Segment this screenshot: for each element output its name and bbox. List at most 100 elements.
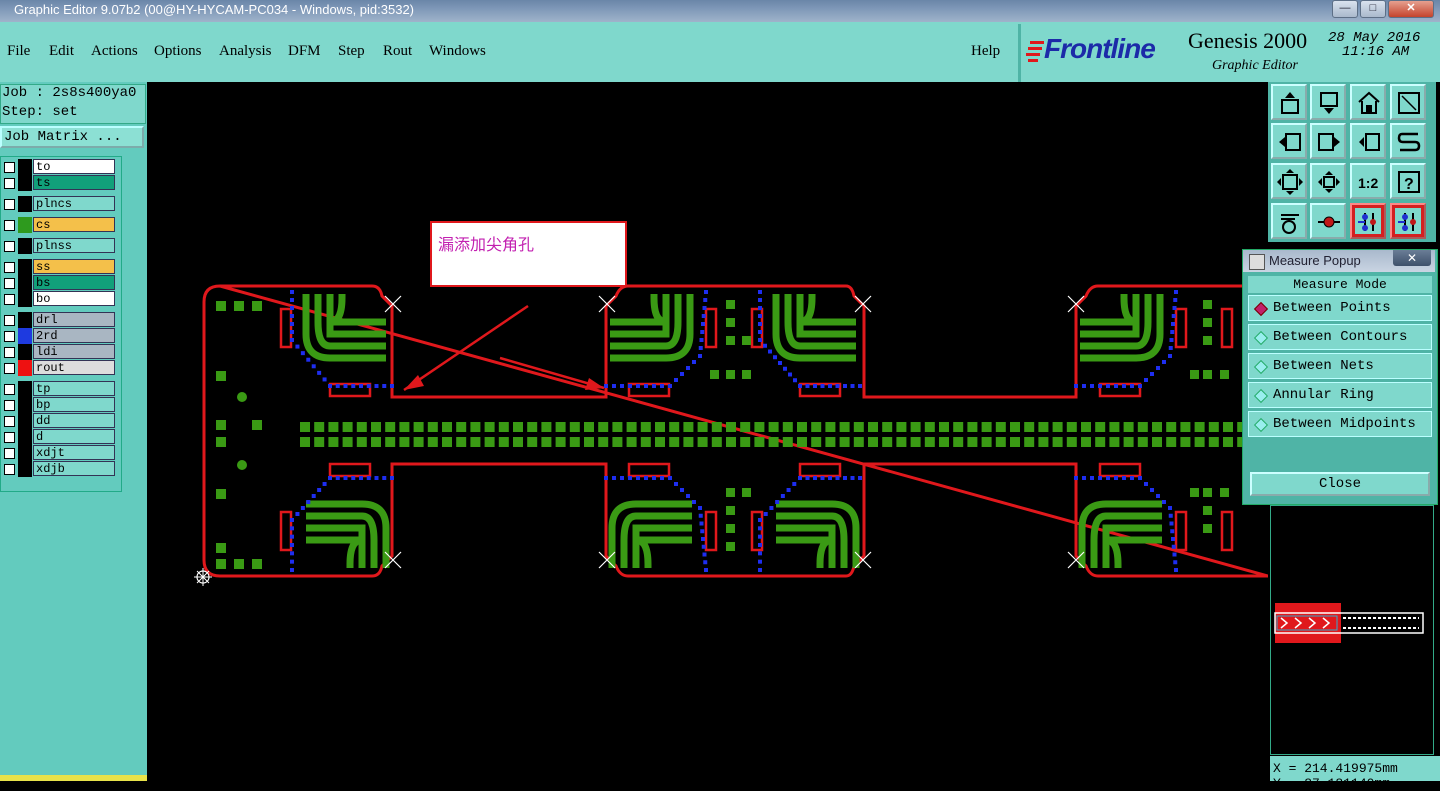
close-button[interactable]: Close bbox=[1250, 472, 1430, 496]
center-pad bbox=[711, 422, 722, 432]
layer-name[interactable]: cs bbox=[33, 217, 115, 232]
layer-name[interactable]: bs bbox=[33, 275, 115, 290]
snake-button[interactable] bbox=[1390, 123, 1426, 159]
layer-checkbox[interactable] bbox=[4, 347, 15, 358]
layer-name[interactable]: to bbox=[33, 159, 115, 174]
layer-name[interactable]: bp bbox=[33, 397, 115, 412]
layer-row-bo[interactable]: bo bbox=[1, 291, 119, 307]
zoom-window-button[interactable] bbox=[1390, 84, 1426, 120]
top-view-button[interactable] bbox=[1271, 84, 1307, 120]
pan-right-button[interactable] bbox=[1310, 123, 1346, 159]
zoom-fit-button[interactable] bbox=[1271, 163, 1307, 199]
layer-row-ts[interactable]: ts bbox=[1, 175, 119, 191]
layer-checkbox[interactable] bbox=[4, 241, 15, 252]
layer-checkbox[interactable] bbox=[4, 331, 15, 342]
pan-left-button[interactable] bbox=[1271, 123, 1307, 159]
layer-checkbox[interactable] bbox=[4, 448, 15, 459]
layer-checkbox[interactable] bbox=[4, 278, 15, 289]
layer-checkbox[interactable] bbox=[4, 400, 15, 411]
layer-checkbox[interactable] bbox=[4, 464, 15, 475]
rout-toggle-a-button[interactable] bbox=[1350, 203, 1386, 239]
layer-row-rout[interactable]: rout bbox=[1, 360, 119, 376]
layer-checkbox[interactable] bbox=[4, 178, 15, 189]
layer-row-ss[interactable]: ss bbox=[1, 259, 119, 275]
drill-dot bbox=[758, 298, 762, 302]
layer-name[interactable]: ldi bbox=[33, 344, 115, 359]
layer-checkbox[interactable] bbox=[4, 262, 15, 273]
layer-checkbox[interactable] bbox=[4, 384, 15, 395]
center-pad bbox=[1137, 437, 1148, 447]
minimize-button[interactable]: — bbox=[1332, 0, 1358, 18]
layer-checkbox[interactable] bbox=[4, 294, 15, 305]
layer-row-drl[interactable]: drl bbox=[1, 312, 119, 328]
measure-option-between-points[interactable]: Between Points bbox=[1248, 295, 1432, 321]
scale-1-2-button[interactable]: 1:2 bbox=[1350, 163, 1386, 199]
menu-actions[interactable]: Actions bbox=[91, 43, 138, 60]
layer-row-plncs[interactable]: plncs bbox=[1, 196, 119, 212]
layer-row-tp[interactable]: tp bbox=[1, 381, 119, 397]
layer-row-cs[interactable]: cs bbox=[1, 217, 119, 233]
measure-option-between-midpoints[interactable]: Between Midpoints bbox=[1248, 411, 1432, 437]
measure-option-between-contours[interactable]: Between Contours bbox=[1248, 324, 1432, 350]
menu-options[interactable]: Options bbox=[154, 43, 202, 60]
drill-dot bbox=[758, 322, 762, 326]
bottom-view-button[interactable] bbox=[1310, 84, 1346, 120]
layer-row-to[interactable]: to bbox=[1, 159, 119, 175]
layer-checkbox[interactable] bbox=[4, 432, 15, 443]
menu-help[interactable]: Help bbox=[971, 43, 1000, 60]
drill-dot bbox=[828, 384, 832, 388]
layer-name[interactable]: ts bbox=[33, 175, 115, 190]
layer-checkbox[interactable] bbox=[4, 162, 15, 173]
layer-name[interactable]: dd bbox=[33, 413, 115, 428]
zoom-center-button[interactable] bbox=[1310, 163, 1346, 199]
measure-option-annular-ring[interactable]: Annular Ring bbox=[1248, 382, 1432, 408]
layer-checkbox[interactable] bbox=[4, 315, 15, 326]
measure-tool-button[interactable] bbox=[1271, 203, 1307, 239]
layer-row-d[interactable]: d bbox=[1, 429, 119, 445]
help-button[interactable]: ? bbox=[1390, 163, 1426, 199]
layer-checkbox[interactable] bbox=[4, 199, 15, 210]
layer-name[interactable]: plncs bbox=[33, 196, 115, 211]
layer-row-bs[interactable]: bs bbox=[1, 275, 119, 291]
layer-row-xdjb[interactable]: xdjb bbox=[1, 461, 119, 477]
pcb-canvas[interactable] bbox=[147, 82, 1268, 781]
overview-map[interactable] bbox=[1270, 505, 1434, 755]
layer-row-xdjt[interactable]: xdjt bbox=[1, 445, 119, 461]
close-window-button[interactable]: ✕ bbox=[1388, 0, 1434, 18]
layer-checkbox[interactable] bbox=[4, 363, 15, 374]
layer-row-bp[interactable]: bp bbox=[1, 397, 119, 413]
mirror-button[interactable] bbox=[1350, 123, 1386, 159]
menu-analysis[interactable]: Analysis bbox=[219, 43, 272, 60]
layer-name[interactable]: xdjt bbox=[33, 445, 115, 460]
menu-dfm[interactable]: DFM bbox=[288, 43, 321, 60]
rout-toggle-b-button[interactable] bbox=[1390, 203, 1426, 239]
center-pad bbox=[342, 437, 353, 447]
job-matrix-button[interactable]: Job Matrix ... bbox=[0, 126, 144, 148]
layer-name[interactable]: xdjb bbox=[33, 461, 115, 476]
layer-checkbox[interactable] bbox=[4, 220, 15, 231]
menu-edit[interactable]: Edit bbox=[49, 43, 74, 60]
layer-row-ldi[interactable]: ldi bbox=[1, 344, 119, 360]
home-button[interactable] bbox=[1350, 84, 1386, 120]
layer-name[interactable]: bo bbox=[33, 291, 115, 306]
menu-rout[interactable]: Rout bbox=[383, 43, 412, 60]
layer-name[interactable]: ss bbox=[33, 259, 115, 274]
measure-option-between-nets[interactable]: Between Nets bbox=[1248, 353, 1432, 379]
menu-windows[interactable]: Windows bbox=[429, 43, 486, 60]
menu-step[interactable]: Step bbox=[338, 43, 365, 60]
layer-name[interactable]: drl bbox=[33, 312, 115, 327]
layer-checkbox[interactable] bbox=[4, 416, 15, 427]
maximize-button[interactable]: □ bbox=[1360, 0, 1386, 18]
layer-row-plnss[interactable]: plnss bbox=[1, 238, 119, 254]
menu-file[interactable]: File bbox=[7, 43, 30, 60]
layer-name[interactable]: rout bbox=[33, 360, 115, 375]
layer-row-2rd[interactable]: 2rd bbox=[1, 328, 119, 344]
layer-name[interactable]: d bbox=[33, 429, 115, 444]
popup-close-icon[interactable]: ✕ bbox=[1393, 250, 1431, 266]
layer-name[interactable]: tp bbox=[33, 381, 115, 396]
layer-row-dd[interactable]: dd bbox=[1, 413, 119, 429]
layer-name[interactable]: plnss bbox=[33, 238, 115, 253]
layer-name[interactable]: 2rd bbox=[33, 328, 115, 343]
drill-dot bbox=[636, 476, 640, 480]
probe-button[interactable] bbox=[1310, 203, 1346, 239]
